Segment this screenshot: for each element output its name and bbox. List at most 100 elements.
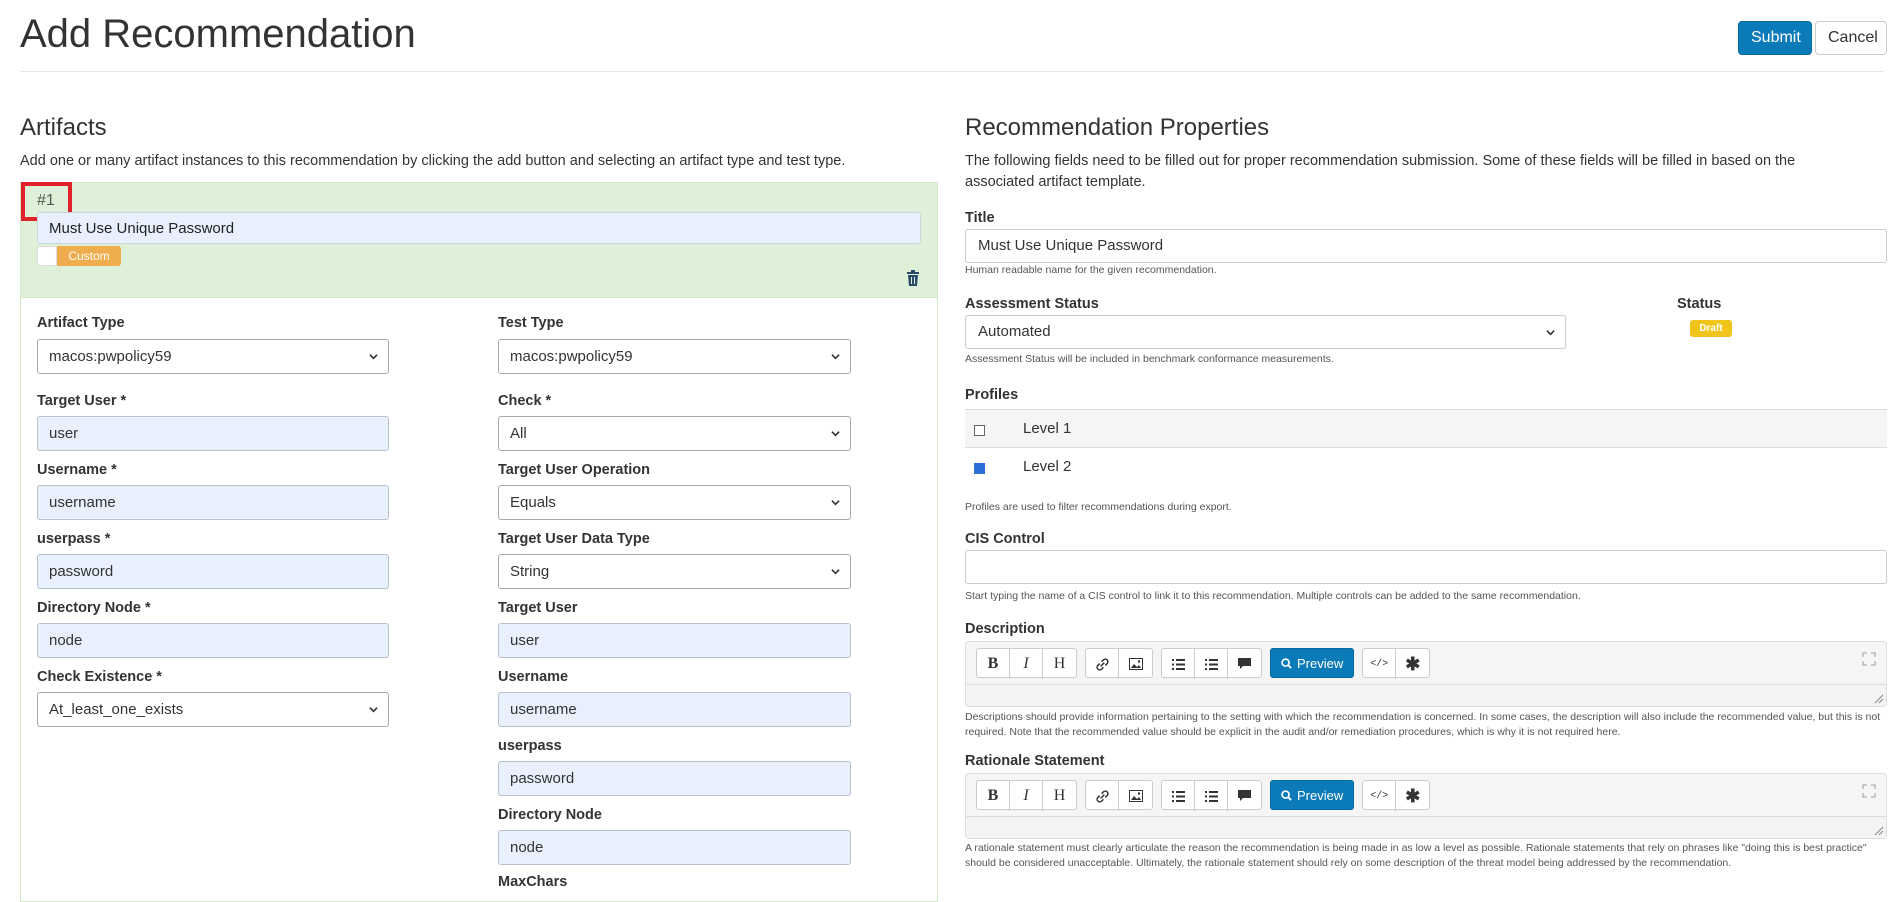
comment-icon	[1238, 790, 1251, 801]
cis-control-label: CIS Control	[965, 531, 1045, 547]
format-group: B I H	[976, 648, 1077, 679]
list-icon	[1171, 658, 1185, 670]
bold-button[interactable]: B	[977, 649, 1010, 679]
italic-button[interactable]: I	[1010, 649, 1043, 679]
username-label-2: Username	[498, 669, 569, 685]
profiles-help: Profiles are used to filter recommendati…	[965, 501, 1232, 513]
asterisk-icon: ✱	[1405, 653, 1421, 674]
test-type-value: macos:pwpolicy59	[510, 348, 633, 365]
list-group	[1161, 780, 1262, 811]
chevron-down-icon	[831, 431, 840, 437]
check-existence-label: Check Existence *	[37, 669, 162, 685]
list-group	[1161, 648, 1262, 679]
code-icon: </>	[1370, 790, 1389, 802]
chevron-down-icon	[369, 707, 378, 713]
toggle-knob	[37, 246, 57, 266]
chevron-down-icon	[831, 500, 840, 506]
target-user-label: Target User *	[37, 393, 127, 409]
ordered-list-button[interactable]	[1195, 781, 1228, 811]
target-user-operation-select[interactable]: Equals	[498, 485, 851, 520]
target-user-input-2[interactable]: user	[498, 623, 851, 658]
submit-button[interactable]: Submit	[1738, 21, 1812, 55]
description-editor[interactable]: B I H Preview </> ✱	[965, 641, 1887, 707]
extra-group: </> ✱	[1362, 780, 1431, 811]
code-button[interactable]: </>	[1363, 649, 1397, 679]
asterisk-button[interactable]: ✱	[1396, 781, 1429, 811]
ordered-list-icon	[1204, 790, 1218, 802]
artifact-type-label: Artifact Type	[37, 315, 125, 331]
check-select[interactable]: All	[498, 416, 851, 451]
profile-row[interactable]: Level 2	[965, 447, 1887, 485]
assessment-status-value: Automated	[978, 323, 1051, 340]
image-icon	[1128, 658, 1143, 670]
unordered-list-button[interactable]	[1162, 649, 1195, 679]
rationale-editor[interactable]: B I H Preview </> ✱	[965, 773, 1887, 839]
description-text-area[interactable]	[966, 684, 1886, 706]
ordered-list-button[interactable]	[1195, 649, 1228, 679]
title-input[interactable]: Must Use Unique Password	[965, 229, 1887, 263]
image-button[interactable]	[1119, 649, 1152, 679]
link-button[interactable]	[1086, 781, 1119, 811]
username-input-2[interactable]: username	[498, 692, 851, 727]
username-label: Username *	[37, 462, 117, 478]
asterisk-button[interactable]: ✱	[1396, 649, 1429, 679]
target-user-input[interactable]: user	[37, 416, 389, 451]
trash-icon[interactable]	[906, 270, 920, 286]
description-label: Description	[965, 621, 1045, 637]
target-user-operation-label: Target User Operation	[498, 462, 651, 478]
directory-node-input-2[interactable]: node	[498, 830, 851, 865]
heading-button[interactable]: H	[1043, 649, 1076, 679]
chevron-down-icon	[831, 569, 840, 575]
expand-icon[interactable]	[1862, 784, 1876, 798]
userpass-input-2[interactable]: password	[498, 761, 851, 796]
title-label: Title	[965, 210, 995, 226]
ordered-list-icon	[1204, 658, 1218, 670]
target-user-data-type-select[interactable]: String	[498, 554, 851, 589]
assessment-status-select[interactable]: Automated	[965, 315, 1566, 349]
target-user-data-type-value: String	[510, 563, 550, 580]
page-title: Add Recommendation	[20, 12, 416, 56]
preview-button[interactable]: Preview	[1270, 648, 1355, 678]
userpass-input[interactable]: password	[37, 554, 389, 589]
code-icon: </>	[1370, 658, 1389, 670]
check-existence-select[interactable]: At_least_one_exists	[37, 692, 389, 727]
rationale-label: Rationale Statement	[965, 753, 1105, 769]
expand-icon[interactable]	[1862, 652, 1876, 666]
check-value: All	[510, 425, 527, 442]
resize-grip-icon[interactable]	[1874, 826, 1884, 836]
cancel-button[interactable]: Cancel	[1815, 21, 1887, 55]
profiles-label: Profiles	[965, 387, 1019, 403]
description-help: Descriptions should provide information …	[965, 711, 1881, 738]
profile-checkbox[interactable]	[974, 425, 985, 436]
profile-row[interactable]: Level 1	[965, 409, 1887, 447]
quote-button[interactable]	[1228, 781, 1261, 811]
resize-grip-icon[interactable]	[1874, 694, 1884, 704]
insert-group	[1085, 648, 1153, 679]
artifact-type-select[interactable]: macos:pwpolicy59	[37, 339, 389, 374]
directory-node-label: Directory Node *	[37, 600, 151, 616]
asterisk-icon: ✱	[1405, 785, 1421, 806]
link-button[interactable]	[1086, 649, 1119, 679]
target-user-label-2: Target User	[498, 600, 578, 616]
cis-control-help: Start typing the name of a CIS control t…	[965, 590, 1581, 602]
directory-node-label-2: Directory Node	[498, 807, 602, 823]
image-button[interactable]	[1119, 781, 1152, 811]
preview-button[interactable]: Preview	[1270, 780, 1355, 810]
italic-button[interactable]: I	[1010, 781, 1043, 811]
quote-button[interactable]	[1228, 649, 1261, 679]
test-type-select[interactable]: macos:pwpolicy59	[498, 339, 851, 374]
artifacts-heading: Artifacts	[20, 114, 107, 141]
heading-button[interactable]: H	[1043, 781, 1076, 811]
rationale-text-area[interactable]	[966, 816, 1886, 838]
cis-control-input[interactable]	[965, 550, 1887, 584]
profile-checkbox[interactable]	[974, 463, 985, 474]
custom-toggle[interactable]: Custom	[37, 246, 121, 266]
unordered-list-button[interactable]	[1162, 781, 1195, 811]
status-label: Status	[1677, 296, 1722, 312]
username-input[interactable]: username	[37, 485, 389, 520]
code-button[interactable]: </>	[1363, 781, 1397, 811]
artifact-title-input[interactable]	[37, 212, 921, 244]
maxchars-label: MaxChars	[498, 874, 568, 890]
directory-node-input[interactable]: node	[37, 623, 389, 658]
bold-button[interactable]: B	[977, 781, 1010, 811]
